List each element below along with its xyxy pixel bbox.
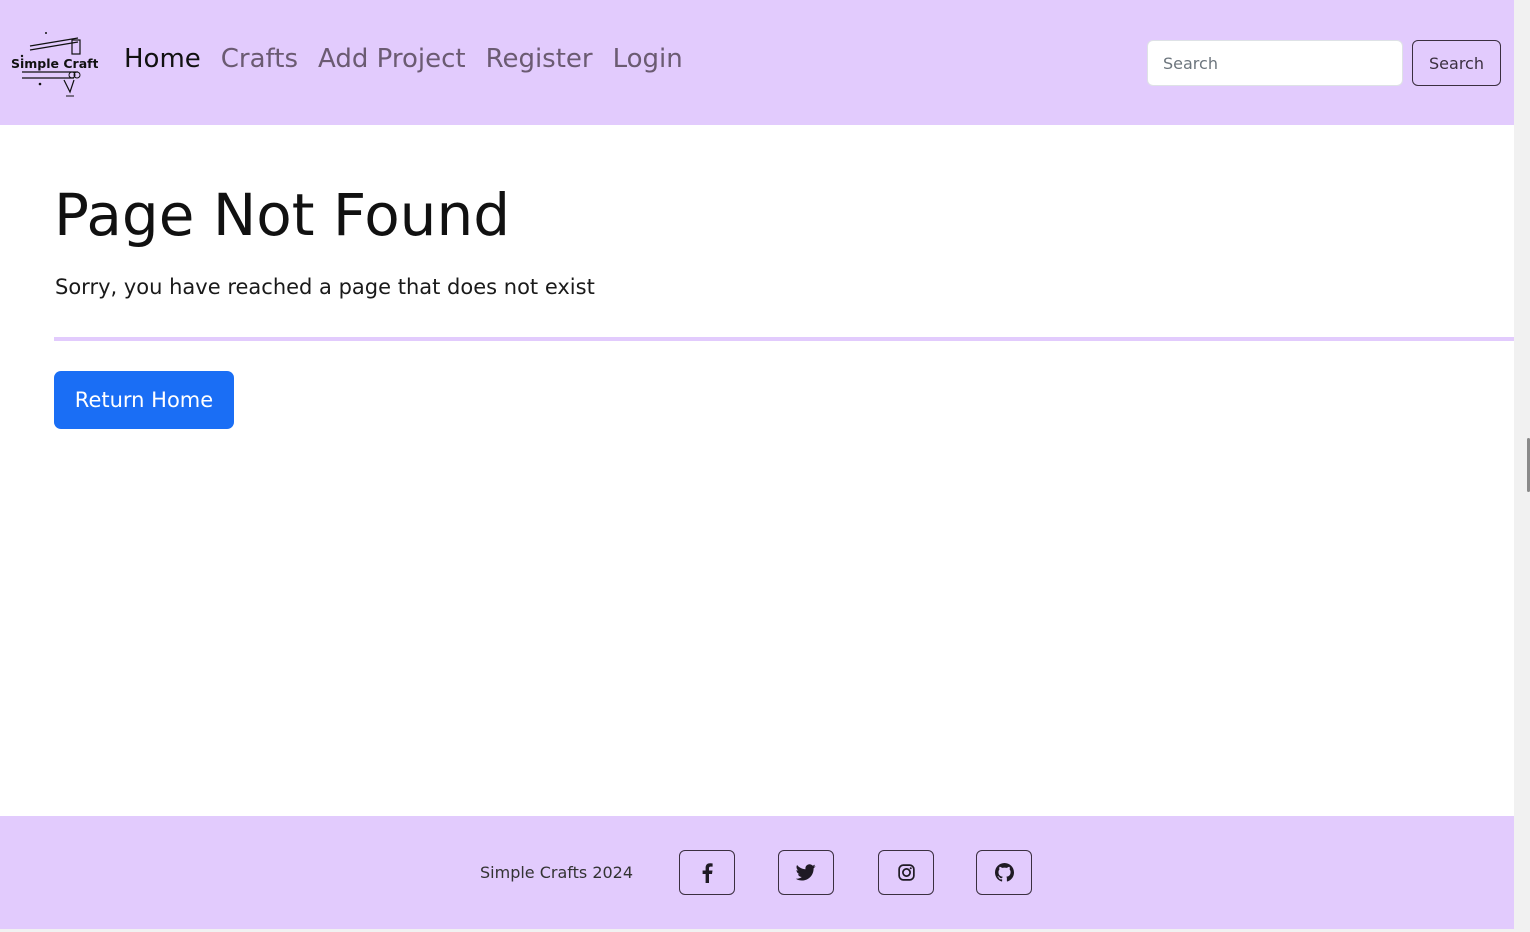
- logo-text: Simple Crafts: [11, 56, 98, 71]
- nav-link-register[interactable]: Register: [486, 40, 593, 78]
- page: Simple Crafts Home Crafts Add Project Re…: [0, 0, 1514, 932]
- nav-link-crafts[interactable]: Crafts: [221, 40, 298, 78]
- page-message: Sorry, you have reached a page that does…: [55, 275, 595, 299]
- return-home-button[interactable]: Return Home: [54, 371, 234, 429]
- nav-link-add-project[interactable]: Add Project: [318, 40, 466, 78]
- nav-link-home[interactable]: Home: [124, 40, 201, 78]
- brand-logo[interactable]: Simple Crafts: [8, 28, 98, 102]
- search-input[interactable]: [1147, 40, 1403, 86]
- navbar: Simple Crafts Home Crafts Add Project Re…: [0, 0, 1514, 125]
- footer: Simple Crafts 2024: [0, 816, 1514, 929]
- github-icon: [994, 863, 1014, 882]
- twitter-button[interactable]: [778, 850, 834, 895]
- instagram-button[interactable]: [878, 850, 934, 895]
- nav-link-login[interactable]: Login: [613, 40, 683, 78]
- instagram-icon: [897, 864, 915, 881]
- twitter-icon: [796, 864, 816, 881]
- footer-copyright: Simple Crafts 2024: [480, 863, 634, 882]
- github-button[interactable]: [976, 850, 1032, 895]
- divider: [54, 337, 1514, 341]
- main-nav: Home Crafts Add Project Register Login: [124, 40, 683, 78]
- facebook-button[interactable]: [679, 850, 735, 895]
- page-title: Page Not Found: [54, 181, 511, 249]
- facebook-icon: [702, 862, 713, 883]
- search-button[interactable]: Search: [1412, 40, 1501, 86]
